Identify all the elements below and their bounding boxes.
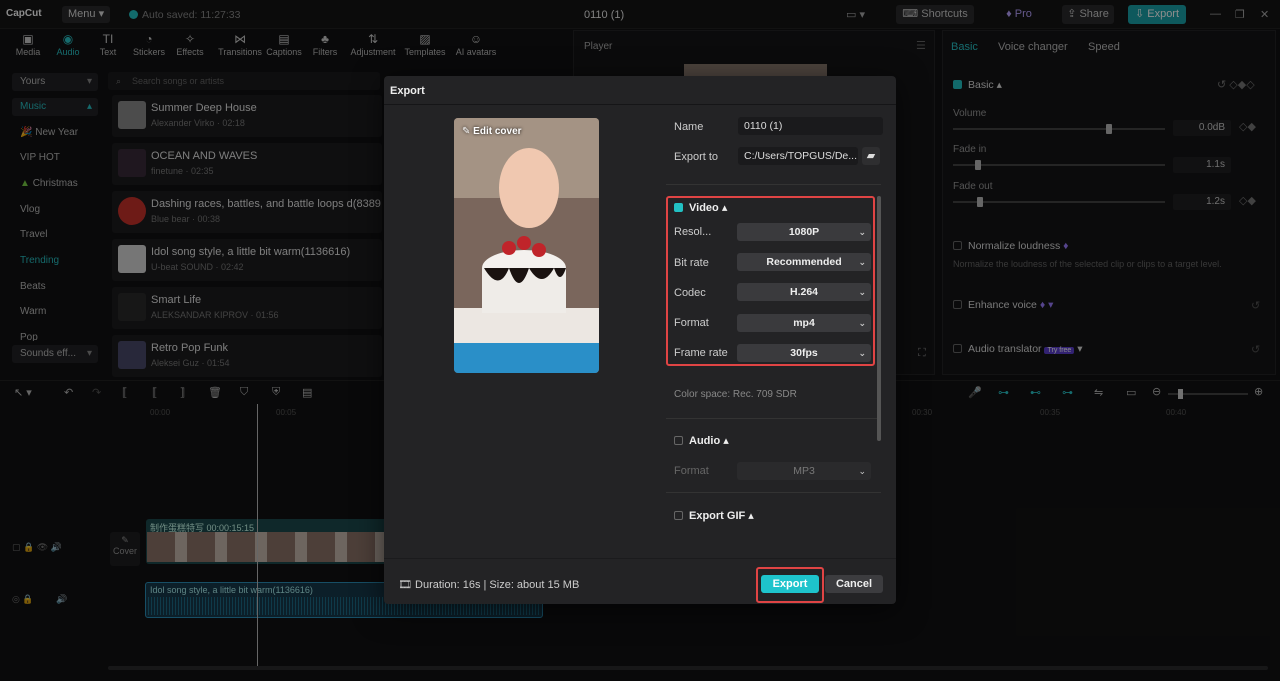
video-settings-highlight — [666, 196, 875, 366]
audio-label: Audio — [689, 435, 721, 447]
video-checkbox[interactable] — [674, 203, 683, 212]
chevron-down-icon: ⌄ — [858, 287, 866, 297]
dialog-scrollbar[interactable] — [877, 196, 881, 441]
name-input[interactable]: 0110 (1) — [738, 117, 883, 135]
codec-value: H.264 — [789, 286, 819, 298]
resolution-select[interactable]: 1080P ⌄ — [737, 223, 871, 241]
export-path-input[interactable]: C:/Users/TOPGUS/De... — [738, 147, 858, 165]
chevron-down-icon: ⌄ — [858, 348, 866, 358]
divider — [666, 418, 881, 419]
bitrate-label: Bit rate — [674, 257, 709, 269]
export-to-label: Export to — [674, 151, 719, 163]
cover-preview: ✎ Edit cover — [454, 118, 599, 373]
video-section-toggle[interactable]: Video ▴ — [674, 201, 727, 214]
export-button[interactable]: Export — [761, 575, 819, 593]
format-select[interactable]: mp4 ⌄ — [737, 314, 871, 332]
audio-format-select[interactable]: MP3 ⌄ — [737, 462, 871, 480]
framerate-value: 30fps — [790, 347, 818, 359]
format-value: mp4 — [793, 317, 815, 329]
audio-format-label: Format — [674, 465, 709, 477]
dialog-title: Export — [390, 85, 425, 97]
bitrate-select[interactable]: Recommended ⌄ — [737, 253, 871, 271]
resolution-value: 1080P — [788, 226, 820, 238]
divider — [666, 492, 881, 493]
name-label: Name — [674, 121, 704, 133]
video-label: Video — [689, 202, 719, 214]
folder-icon[interactable]: ▰ — [862, 147, 880, 165]
chevron-down-icon: ⌄ — [858, 318, 866, 328]
capcut-app: CapCut Menu ▾ Auto saved: 11:27:33 0110 … — [0, 0, 1280, 681]
cancel-button[interactable]: Cancel — [825, 575, 883, 593]
duration-size-text: Duration: 16s | Size: about 15 MB — [415, 579, 580, 591]
pencil-icon: ✎ — [462, 126, 471, 137]
bitrate-value: Recommended — [766, 256, 842, 268]
cover-image — [454, 118, 599, 373]
film-icon: 🎞 — [398, 579, 412, 591]
resolution-label: Resol... — [674, 226, 712, 238]
color-space-text: Color space: Rec. 709 SDR — [674, 389, 797, 400]
gif-label: Export GIF — [689, 510, 746, 522]
audio-section-toggle[interactable]: Audio ▴ — [674, 434, 729, 447]
divider — [666, 184, 881, 185]
framerate-select[interactable]: 30fps ⌄ — [737, 344, 871, 362]
export-dialog: Export ✎ Edit cover Name 0110 (1) Export… — [384, 76, 896, 604]
gif-checkbox[interactable] — [674, 511, 683, 520]
chevron-down-icon: ⌄ — [858, 257, 866, 267]
chevron-down-icon: ⌄ — [858, 227, 866, 237]
gif-section-toggle[interactable]: Export GIF ▴ — [674, 509, 754, 522]
divider — [384, 104, 896, 105]
duration-size-info: 🎞 Duration: 16s | Size: about 15 MB — [398, 578, 579, 591]
edit-cover-label: Edit cover — [473, 126, 522, 137]
audio-checkbox[interactable] — [674, 436, 683, 445]
edit-cover-button[interactable]: ✎ Edit cover — [462, 126, 522, 137]
format-label: Format — [674, 317, 709, 329]
framerate-label: Frame rate — [674, 347, 728, 359]
codec-select[interactable]: H.264 ⌄ — [737, 283, 871, 301]
codec-label: Codec — [674, 287, 706, 299]
chevron-down-icon: ⌄ — [858, 466, 866, 476]
audio-format-value: MP3 — [793, 465, 815, 477]
divider — [384, 558, 896, 559]
scrollbar-thumb[interactable] — [877, 196, 881, 441]
